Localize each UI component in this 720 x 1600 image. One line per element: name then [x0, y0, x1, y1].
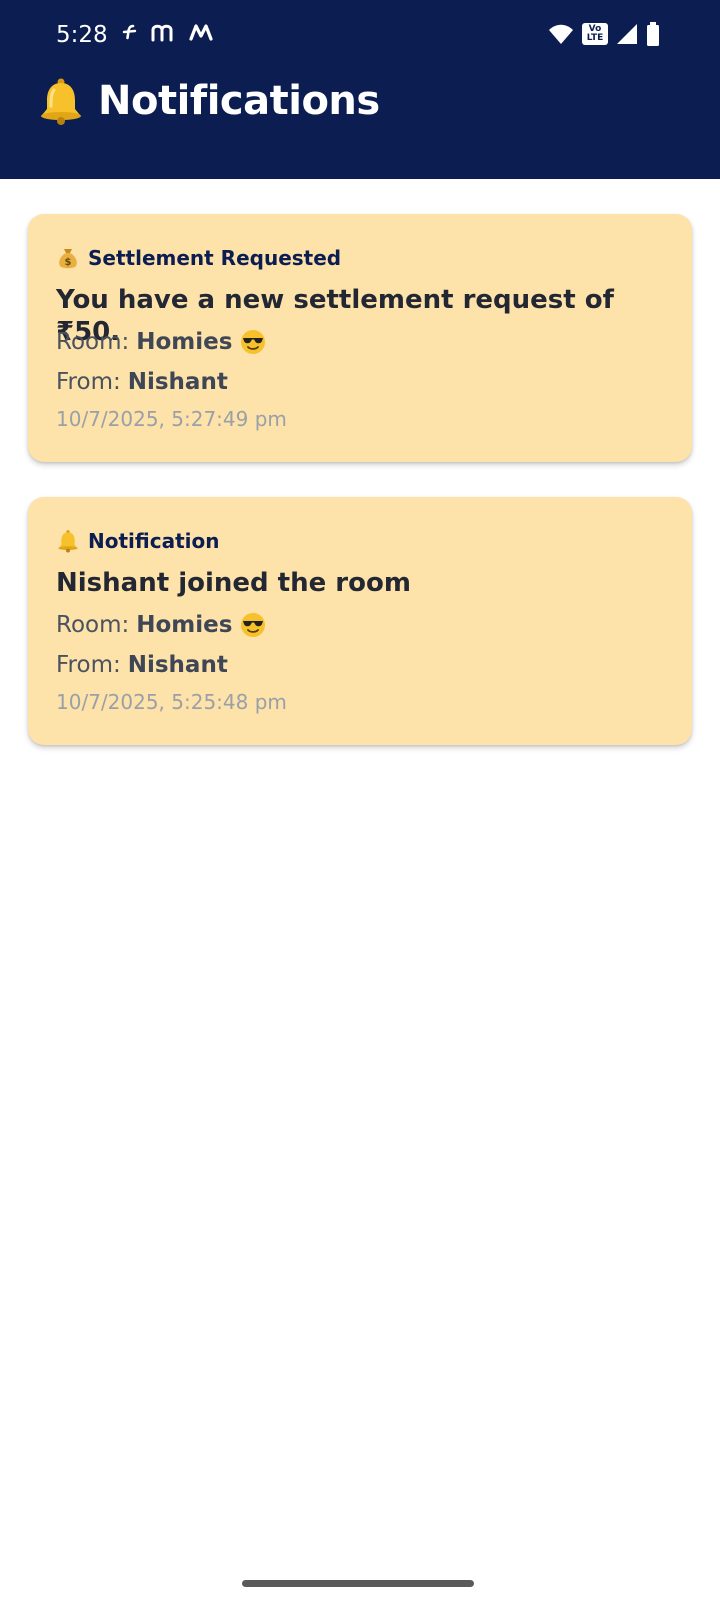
- app-header: 5:28 Vo LTE Notifications: [0, 0, 720, 179]
- notification-room: Room: Homies: [56, 327, 664, 357]
- sunglasses-face-icon: [240, 329, 266, 355]
- notification-message: You have a new settlement request of ₹50…: [56, 285, 614, 347]
- home-indicator[interactable]: [242, 1580, 474, 1587]
- flipkart-icon: [122, 22, 140, 42]
- wifi-icon: [548, 23, 574, 45]
- notification-card[interactable]: Notification Nishant joined the room Roo…: [28, 497, 692, 745]
- notification-room: Room: Homies: [56, 610, 664, 640]
- notification-type-row: Notification: [56, 527, 664, 555]
- meesho-icon: [188, 22, 214, 42]
- volte-icon: Vo LTE: [582, 23, 608, 45]
- bell-icon: [56, 529, 80, 553]
- notification-type-label: Settlement Requested: [88, 246, 342, 270]
- room-value: Homies: [136, 329, 233, 355]
- status-bar: 5:28 Vo LTE: [0, 0, 720, 70]
- notification-timestamp: 10/7/2025, 5:25:48 pm: [56, 690, 287, 714]
- from-value: Nishant: [127, 652, 228, 678]
- svg-text:$: $: [65, 257, 72, 268]
- myntra-icon: [150, 22, 178, 42]
- status-system-icons: Vo LTE: [548, 22, 660, 46]
- money-bag-icon: $: [56, 246, 80, 270]
- notification-from: From: Nishant: [56, 367, 664, 397]
- notification-card[interactable]: $ Settlement Requested You have a new se…: [28, 214, 692, 462]
- from-label: From:: [56, 652, 121, 678]
- page-title: Notifications: [98, 78, 380, 124]
- notification-message: Nishant joined the room: [56, 568, 411, 598]
- notification-type-label: Notification: [88, 529, 220, 553]
- status-app-icons: [122, 22, 214, 42]
- bell-icon: [36, 76, 86, 126]
- room-label: Room:: [56, 612, 130, 638]
- battery-icon: [646, 22, 660, 46]
- notification-from: From: Nishant: [56, 650, 664, 680]
- room-value: Homies: [136, 612, 233, 638]
- volte-label-bottom: LTE: [586, 33, 604, 43]
- sunglasses-face-icon: [240, 612, 266, 638]
- notification-type-row: $ Settlement Requested: [56, 244, 664, 272]
- from-label: From:: [56, 369, 121, 395]
- notification-list: $ Settlement Requested You have a new se…: [28, 214, 692, 780]
- title-row: Notifications: [36, 74, 380, 128]
- from-value: Nishant: [127, 369, 228, 395]
- room-label: Room:: [56, 329, 130, 355]
- status-time: 5:28: [56, 22, 108, 48]
- signal-icon: [616, 23, 638, 45]
- notification-timestamp: 10/7/2025, 5:27:49 pm: [56, 407, 287, 431]
